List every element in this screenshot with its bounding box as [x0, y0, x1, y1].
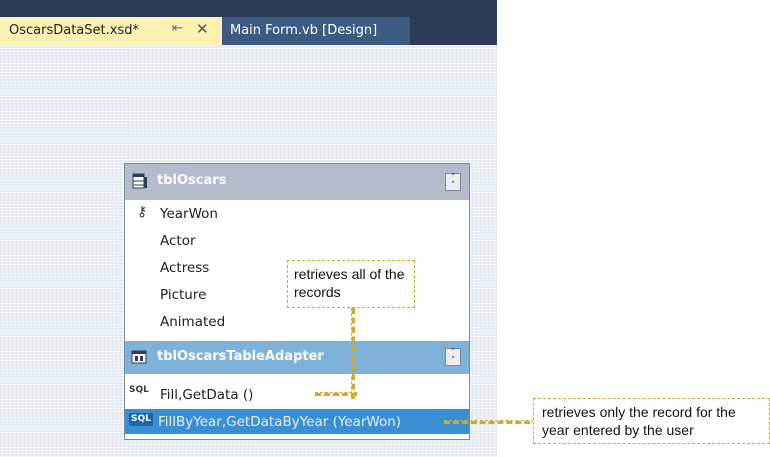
collapse-icon[interactable]: ˄ ˄	[445, 173, 461, 191]
dataset-designer-window: OscarsDataSet.xsd* ⇤ ✕ Main Form.vb [Des…	[0, 0, 497, 457]
datatable-title: tblOscars	[157, 173, 227, 188]
column-row[interactable]: Actor	[125, 227, 469, 254]
close-icon[interactable]: ✕	[196, 20, 209, 38]
column-row[interactable]: ⚷ YearWon	[125, 200, 469, 227]
query-name: Fill,GetData ()	[160, 387, 254, 403]
datatable-header[interactable]: tblOscars ˄ ˄	[125, 164, 469, 200]
designer-surface[interactable]: tblOscars ˄ ˄ ⚷ YearWon Actor Actress Pic…	[0, 45, 497, 457]
tab-label: OscarsDataSet.xsd*	[9, 23, 139, 38]
column-name: Actress	[160, 260, 210, 276]
column-name: YearWon	[160, 206, 218, 222]
tab-oscars-dataset[interactable]: OscarsDataSet.xsd* ⇤ ✕	[0, 17, 222, 46]
table-adapter-title: tblOscarsTableAdapter	[157, 349, 324, 364]
callout-leader	[444, 420, 539, 424]
collapse-icon[interactable]: ˄ ˄	[445, 348, 461, 366]
column-row[interactable]: Animated	[125, 308, 469, 335]
pin-icon[interactable]: ⇤	[172, 21, 183, 36]
table-adapter-header[interactable]: tblOscarsTableAdapter ˄ ˄	[125, 341, 469, 374]
document-tabstrip: OscarsDataSet.xsd* ⇤ ✕ Main Form.vb [Des…	[0, 0, 497, 46]
sql-query-icon: SQL	[129, 413, 153, 426]
table-adapter-icon	[131, 350, 147, 364]
table-adapter[interactable]: tblOscarsTableAdapter ˄ ˄ SQL Fill,GetDat…	[125, 341, 469, 437]
column-name: Animated	[160, 314, 226, 330]
tab-main-form-design[interactable]: Main Form.vb [Design]	[222, 17, 410, 45]
query-name: FillByYear,GetDataByYear (YearWon)	[158, 414, 402, 430]
tab-label: Main Form.vb [Design]	[230, 23, 378, 38]
column-name: Picture	[160, 287, 207, 303]
column-name: Actor	[160, 233, 196, 249]
callout-leader	[351, 308, 355, 399]
sql-query-icon: SQL	[129, 385, 149, 395]
callout-fill-by-year: retrieves only the record for the year e…	[533, 398, 770, 444]
primary-key-icon: ⚷	[137, 204, 148, 220]
query-fillbyyear[interactable]: SQL FillByYear,GetDataByYear (YearWon)	[125, 409, 469, 434]
query-fill-getdata[interactable]: SQL Fill,GetData ()	[125, 381, 469, 407]
table-icon	[132, 173, 147, 189]
callout-fill-all: retrieves all of the records	[287, 260, 415, 308]
